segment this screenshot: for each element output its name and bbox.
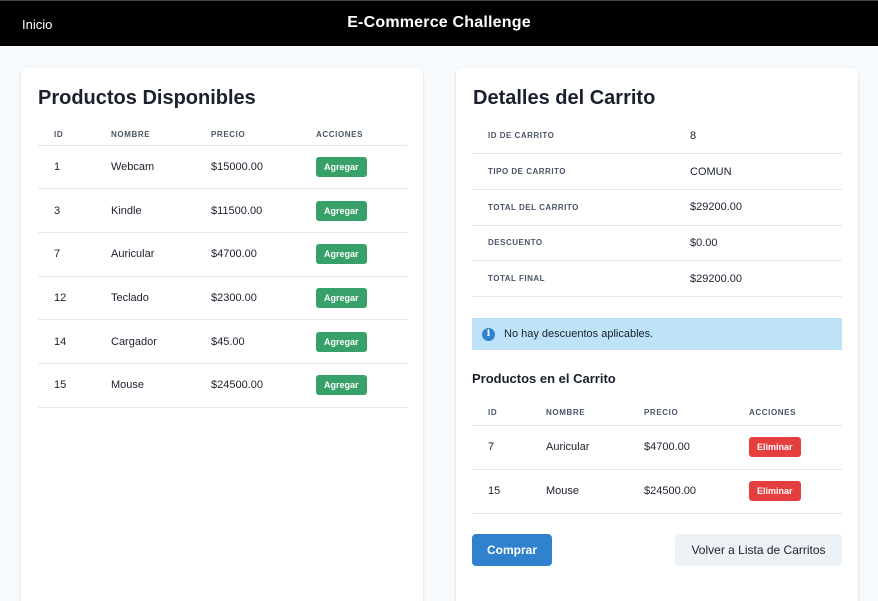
- remove-from-cart-button[interactable]: Eliminar: [749, 481, 801, 501]
- add-to-cart-button[interactable]: Agregar: [316, 287, 367, 308]
- app-title: E-Commerce Challenge: [347, 14, 531, 31]
- table-row: 3 Kindle $11500.00 Agregar: [38, 188, 407, 233]
- alert-text: No hay descuentos aplicables.: [504, 328, 654, 340]
- product-name: Webcam: [111, 160, 155, 173]
- product-id: 14: [54, 335, 67, 348]
- table-header-row: ID NOMBRE PRECIO ACCIONES: [472, 400, 842, 425]
- detail-row: TOTAL FINAL $29200.00: [472, 261, 842, 297]
- cart-details-table: ID DE CARRITO 8 TIPO DE CARRITO COMUN TO…: [472, 118, 842, 297]
- product-id: 15: [54, 379, 67, 392]
- table-row: 12 Teclado $2300.00 Agregar: [38, 276, 407, 320]
- discount-alert: i No hay descuentos aplicables.: [472, 318, 842, 350]
- add-to-cart-button[interactable]: Agregar: [316, 200, 367, 221]
- buy-button[interactable]: Comprar: [472, 534, 552, 566]
- product-id: 12: [54, 291, 67, 304]
- cart-items-table: ID NOMBRE PRECIO ACCIONES 7 Auricular $4…: [472, 400, 842, 514]
- detail-label: TIPO DE CARRITO: [488, 167, 567, 177]
- back-to-carts-button[interactable]: Volver a Lista de Carritos: [675, 534, 842, 566]
- column-header-price: PRECIO: [211, 129, 246, 139]
- product-name: Kindle: [111, 204, 142, 217]
- table-row: 1 Webcam $15000.00 Agregar: [38, 145, 407, 189]
- product-name: Cargador: [111, 335, 157, 348]
- product-id: 1: [54, 160, 61, 173]
- table-row: 15 Mouse $24500.00 Eliminar: [472, 469, 842, 513]
- detail-label: ID DE CARRITO: [488, 131, 555, 141]
- detail-label: DESCUENTO: [488, 238, 543, 248]
- table-row: 15 Mouse $24500.00 Agregar: [38, 363, 407, 408]
- detail-row: DESCUENTO $0.00: [472, 225, 842, 261]
- product-id: 3: [54, 204, 61, 217]
- add-to-cart-button[interactable]: Agregar: [316, 244, 367, 265]
- info-icon: i: [482, 327, 495, 341]
- detail-value: $29200.00: [690, 201, 742, 214]
- cart-details-card: Detalles del Carrito ID DE CARRITO 8 TIP…: [456, 68, 858, 601]
- column-header-id: ID: [54, 129, 64, 139]
- table-header-row: ID NOMBRE PRECIO ACCIONES: [38, 124, 407, 145]
- detail-value: $0.00: [690, 236, 718, 249]
- detail-value: 8: [690, 129, 697, 142]
- cart-item-name: Mouse: [546, 485, 580, 497]
- detail-label: TOTAL FINAL: [488, 274, 546, 284]
- product-name: Auricular: [111, 248, 155, 261]
- products-card: Productos Disponibles ID NOMBRE PRECIO A…: [21, 68, 423, 601]
- column-header-actions: ACCIONES: [316, 129, 364, 139]
- column-header-name: NOMBRE: [546, 407, 586, 417]
- cart-item-price: $4700.00: [644, 441, 690, 453]
- product-price: $45.00: [211, 335, 245, 348]
- table-row: 7 Auricular $4700.00 Agregar: [38, 232, 407, 276]
- detail-label: TOTAL DEL CARRITO: [488, 202, 579, 212]
- cart-heading: Detalles del Carrito: [473, 87, 656, 109]
- product-id: 7: [54, 248, 61, 261]
- detail-value: $29200.00: [690, 272, 742, 285]
- product-price: $15000.00: [211, 160, 263, 173]
- cart-item-id: 15: [488, 485, 501, 497]
- column-header-actions: ACCIONES: [749, 407, 797, 417]
- cart-item-id: 7: [488, 441, 495, 453]
- detail-row: TIPO DE CARRITO COMUN: [472, 154, 842, 190]
- column-header-id: ID: [488, 407, 498, 417]
- product-name: Teclado: [111, 291, 149, 304]
- table-row: 14 Cargador $45.00 Agregar: [38, 319, 407, 364]
- table-row: 7 Auricular $4700.00 Eliminar: [472, 425, 842, 469]
- add-to-cart-button[interactable]: Agregar: [316, 156, 367, 177]
- detail-value: COMUN: [690, 165, 732, 178]
- cart-items-heading: Productos en el Carrito: [472, 371, 616, 386]
- add-to-cart-button[interactable]: Agregar: [316, 331, 367, 352]
- cart-item-price: $24500.00: [644, 485, 696, 497]
- product-price: $24500.00: [211, 379, 263, 392]
- products-table: ID NOMBRE PRECIO ACCIONES 1 Webcam $1500…: [38, 124, 407, 408]
- product-price: $4700.00: [211, 248, 257, 261]
- column-header-name: NOMBRE: [111, 129, 151, 139]
- detail-row: ID DE CARRITO 8: [472, 118, 842, 154]
- product-price: $2300.00: [211, 291, 257, 304]
- product-price: $11500.00: [211, 204, 263, 217]
- column-header-price: PRECIO: [644, 407, 679, 417]
- add-to-cart-button[interactable]: Agregar: [316, 375, 367, 396]
- top-navbar: Inicio E-Commerce Challenge: [0, 0, 878, 46]
- cart-item-name: Auricular: [546, 441, 590, 453]
- detail-row: TOTAL DEL CARRITO $29200.00: [472, 189, 842, 226]
- product-name: Mouse: [111, 379, 145, 392]
- remove-from-cart-button[interactable]: Eliminar: [749, 437, 801, 457]
- products-heading: Productos Disponibles: [38, 87, 256, 109]
